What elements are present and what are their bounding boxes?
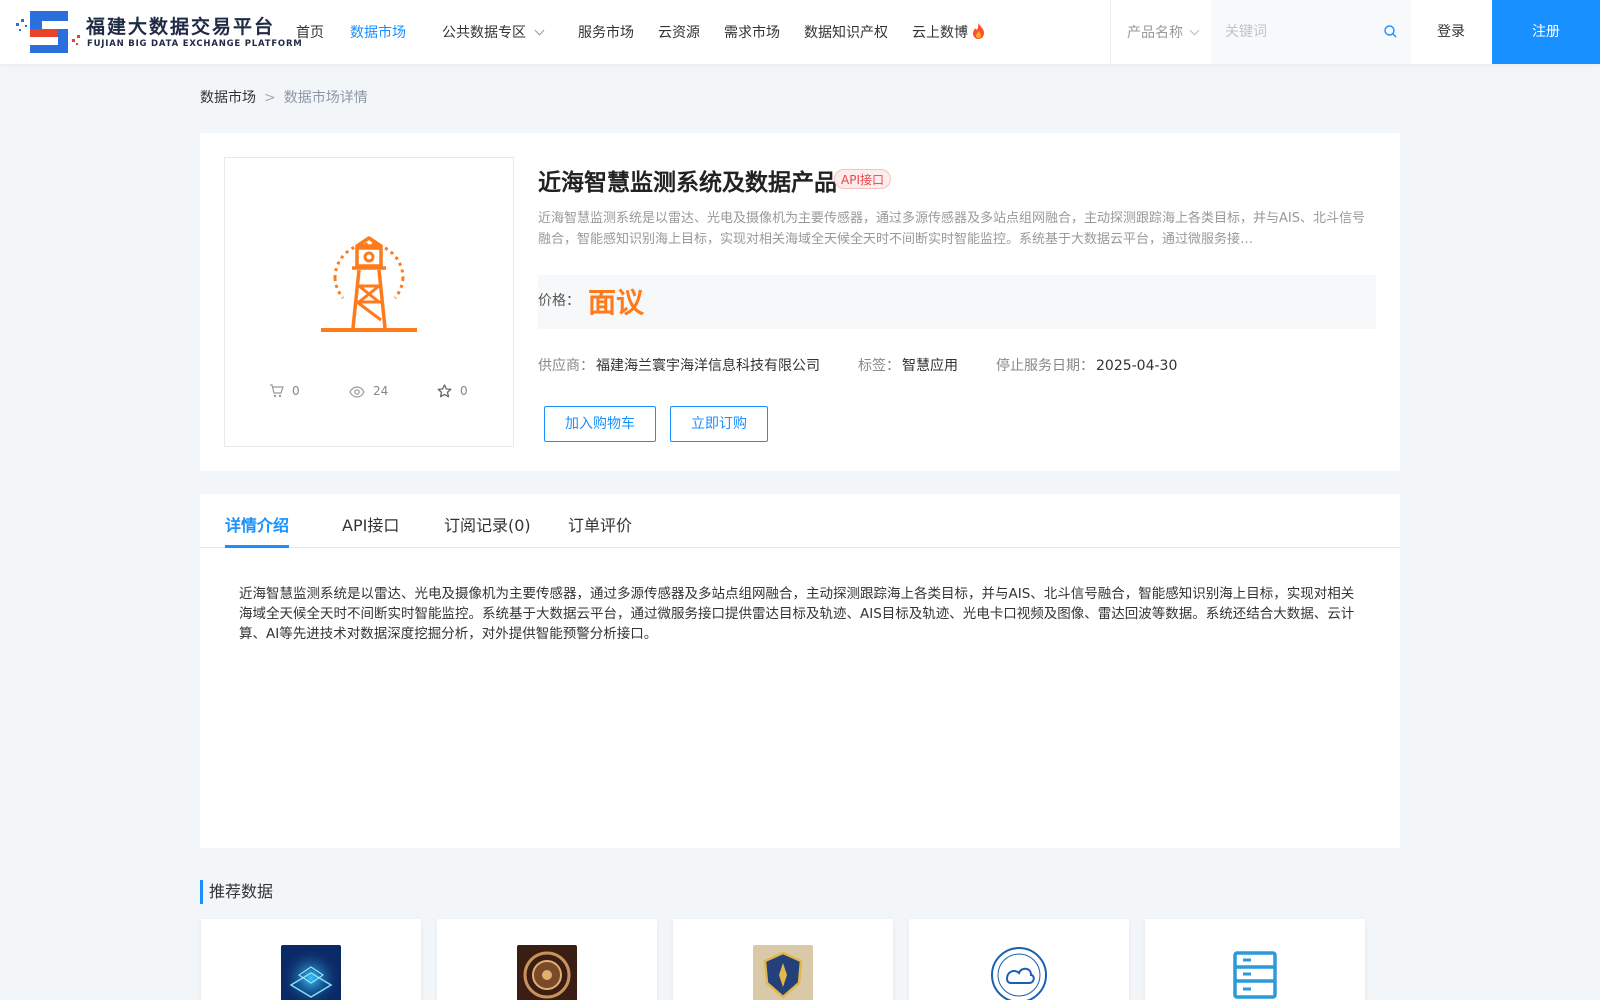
price-box: 价格： 面议 xyxy=(538,275,1376,329)
detail-tabs: 详情介绍 API接口 订阅记录(0) 订单评价 xyxy=(200,494,1400,548)
star-icon xyxy=(437,384,452,398)
nav-item-service-market[interactable]: 服务市场 xyxy=(578,22,634,42)
breadcrumb-home-link[interactable]: 数据市场 xyxy=(200,90,256,106)
weather-logo-thumbnail xyxy=(989,945,1049,1000)
recommend-card[interactable] xyxy=(909,919,1129,1000)
cart-icon xyxy=(270,384,284,398)
search-icon[interactable] xyxy=(1384,25,1397,38)
chevron-down-icon xyxy=(1189,25,1200,36)
recommend-card[interactable] xyxy=(1145,919,1365,1000)
shield-emblem-thumbnail xyxy=(753,945,813,1000)
tab-order-reviews[interactable]: 订单评价 xyxy=(568,512,632,536)
tag-value: 智慧应用 xyxy=(902,358,958,374)
tag-label: 标签： xyxy=(858,358,900,374)
nav-item-cloud-resources[interactable]: 云资源 xyxy=(658,22,700,42)
cart-count: 0 xyxy=(269,384,300,398)
price-label: 价格： xyxy=(538,293,580,309)
register-button[interactable]: 注册 xyxy=(1492,0,1600,64)
blue-tech-thumbnail xyxy=(281,945,341,1000)
breadcrumb: 数据市场 > 数据市场详情 xyxy=(200,87,368,107)
breadcrumb-current: 数据市场详情 xyxy=(283,90,368,106)
nav-item-data-market[interactable]: 数据市场 xyxy=(350,22,406,42)
recommend-title: 推荐数据 xyxy=(200,880,273,904)
nav-item-home[interactable]: 首页 xyxy=(296,22,324,42)
add-to-cart-button[interactable]: 加入购物车 xyxy=(544,406,656,442)
chevron-down-icon xyxy=(534,25,545,36)
nav-item-cloud-expo-label: 云上数博 xyxy=(912,25,968,41)
login-button[interactable]: 登录 xyxy=(1410,0,1492,64)
tab-api[interactable]: API接口 xyxy=(342,512,399,536)
product-stats: 0 24 0 xyxy=(225,384,515,404)
supplier-info: 供应商： 福建海兰寰宇海洋信息科技有限公司 xyxy=(538,355,820,375)
nav-item-public-data[interactable]: 公共数据专区 xyxy=(442,22,545,42)
logo-english-name: FUJIAN BIG DATA EXCHANGE PLATFORM xyxy=(87,39,303,49)
stop-date-info: 停止服务日期： 2025-04-30 xyxy=(996,355,1177,375)
stop-date-label: 停止服务日期： xyxy=(996,358,1094,374)
search-input[interactable] xyxy=(1225,20,1375,44)
view-count-value: 24 xyxy=(373,384,389,398)
top-header: 福建大数据交易平台 FUJIAN BIG DATA EXCHANGE PLATF… xyxy=(0,0,1600,64)
search-type-select[interactable]: 产品名称 xyxy=(1127,22,1200,42)
nav-item-cloud-expo[interactable]: 云上数博 xyxy=(912,22,985,42)
site-logo[interactable]: 福建大数据交易平台 FUJIAN BIG DATA EXCHANGE PLATF… xyxy=(16,9,302,55)
tab-details[interactable]: 详情介绍 xyxy=(225,512,289,536)
server-icon-thumbnail xyxy=(1233,951,1277,999)
detail-text: 近海智慧监测系统是以雷达、光电及摄像机为主要传感器，通过多源传感器及多站点组网融… xyxy=(239,586,1355,642)
nav-item-public-data-label: 公共数据专区 xyxy=(442,25,526,41)
product-card: 0 24 0 近海智慧监测系统及数据产品 API接口 近海智慧监测系统是以雷达、… xyxy=(200,133,1400,471)
cart-count-value: 0 xyxy=(292,384,300,398)
product-title: 近海智慧监测系统及数据产品 xyxy=(538,170,837,196)
search-type-value: 产品名称 xyxy=(1127,25,1183,41)
tab-subscription-records[interactable]: 订阅记录(0) xyxy=(444,512,531,536)
subscribe-now-button[interactable]: 立即订购 xyxy=(670,406,768,442)
fire-icon xyxy=(973,23,984,39)
view-count: 24 xyxy=(349,384,388,398)
eye-icon xyxy=(349,386,365,398)
bronze-emblem-thumbnail xyxy=(517,945,577,1000)
product-image-box: 0 24 0 xyxy=(224,157,514,447)
search-area: 产品名称 xyxy=(1110,0,1411,64)
recommend-card[interactable] xyxy=(673,919,893,1000)
nav-item-demand-market[interactable]: 需求市场 xyxy=(724,22,780,42)
breadcrumb-separator: > xyxy=(264,90,276,106)
favorite-count-value: 0 xyxy=(460,384,468,398)
logo-chinese-name: 福建大数据交易平台 xyxy=(86,16,276,38)
active-tab-indicator xyxy=(225,545,289,548)
api-badge: API接口 xyxy=(834,169,891,189)
logo-mark-icon xyxy=(16,11,80,53)
search-input-wrap xyxy=(1211,0,1411,64)
product-description: 近海智慧监测系统是以雷达、光电及摄像机为主要传感器，通过多源传感器及多站点组网融… xyxy=(538,211,1365,247)
price-value: 面议 xyxy=(588,286,645,319)
detail-panel: 详情介绍 API接口 订阅记录(0) 订单评价 近海智慧监测系统是以雷达、光电及… xyxy=(200,494,1400,848)
recommend-card[interactable] xyxy=(437,919,657,1000)
tag-info: 标签： 智慧应用 xyxy=(858,355,958,375)
supplier-label: 供应商： xyxy=(538,358,594,374)
favorite-count[interactable]: 0 xyxy=(437,384,468,398)
nav-item-data-ip[interactable]: 数据知识产权 xyxy=(804,22,888,42)
recommend-card[interactable] xyxy=(201,919,421,1000)
lighthouse-icon xyxy=(321,236,417,332)
stop-date-value: 2025-04-30 xyxy=(1096,358,1178,374)
supplier-value: 福建海兰寰宇海洋信息科技有限公司 xyxy=(596,358,820,374)
